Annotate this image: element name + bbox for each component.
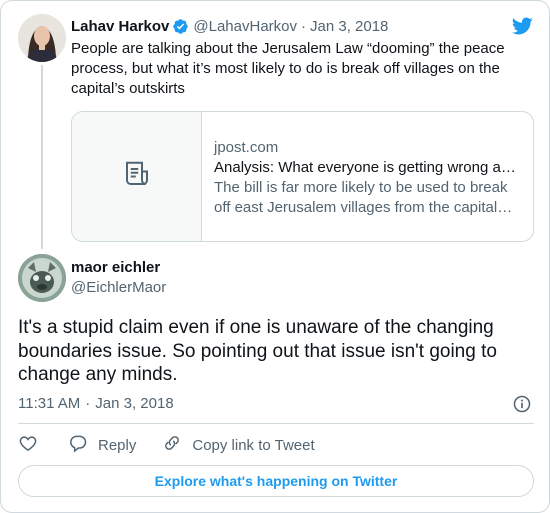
tweet-text: It's a stupid claim even if one is unawa…	[18, 317, 497, 385]
quoted-author-handle[interactable]: @LahavHarkov	[193, 18, 297, 35]
divider	[18, 423, 534, 424]
reply-icon	[68, 433, 88, 457]
link-preview-text: jpost.com Analysis: What everyone is get…	[202, 112, 533, 241]
heart-icon	[18, 433, 38, 457]
quoted-author-name[interactable]: Lahav Harkov	[71, 18, 169, 35]
explore-twitter-button[interactable]: Explore what's happening on Twitter	[18, 465, 534, 497]
link-thumbnail	[72, 112, 202, 241]
quoted-tweet-date[interactable]: Jan 3, 2018	[310, 18, 388, 35]
link-description: The bill is far more likely to be used t…	[214, 179, 508, 216]
info-icon[interactable]	[512, 394, 532, 414]
copy-link-label: Copy link to Tweet	[192, 436, 315, 454]
verified-badge-icon	[172, 18, 189, 35]
tweet-time: 11:31 AM	[18, 395, 81, 412]
like-button[interactable]	[18, 433, 38, 457]
link-preview-card[interactable]: jpost.com Analysis: What everyone is get…	[71, 111, 534, 242]
link-title: Analysis: What everyone is getting wrong…	[214, 159, 517, 176]
tweet-date: Jan 3, 2018	[95, 395, 174, 412]
quoted-tweet-header: Lahav Harkov @LahavHarkov · Jan 3, 2018	[71, 16, 388, 36]
author-avatar[interactable]	[18, 254, 66, 302]
author-handle[interactable]: @EichlerMaor	[71, 279, 166, 296]
embedded-tweet-card: Lahav Harkov @LahavHarkov · Jan 3, 2018 …	[0, 0, 550, 513]
action-bar: Reply Copy link to Tweet	[18, 433, 341, 457]
reply-label: Reply	[98, 436, 137, 454]
twitter-bird-icon[interactable]	[510, 15, 534, 37]
tweet-timestamp[interactable]: 11:31 AM · Jan 3, 2018	[18, 395, 174, 412]
timestamp-separator: ·	[85, 395, 91, 412]
copy-link-button[interactable]: Copy link to Tweet	[162, 433, 315, 457]
author-name[interactable]: maor eichler	[71, 259, 160, 276]
link-domain: jpost.com	[214, 139, 279, 156]
thread-connector-line	[41, 65, 43, 249]
header-separator: ·	[301, 17, 306, 35]
reply-button[interactable]: Reply	[68, 433, 136, 457]
quoted-author-avatar[interactable]	[18, 14, 66, 62]
link-icon	[162, 433, 182, 457]
article-icon	[122, 159, 152, 194]
quoted-tweet-text: People are talking about the Jerusalem L…	[71, 40, 505, 97]
